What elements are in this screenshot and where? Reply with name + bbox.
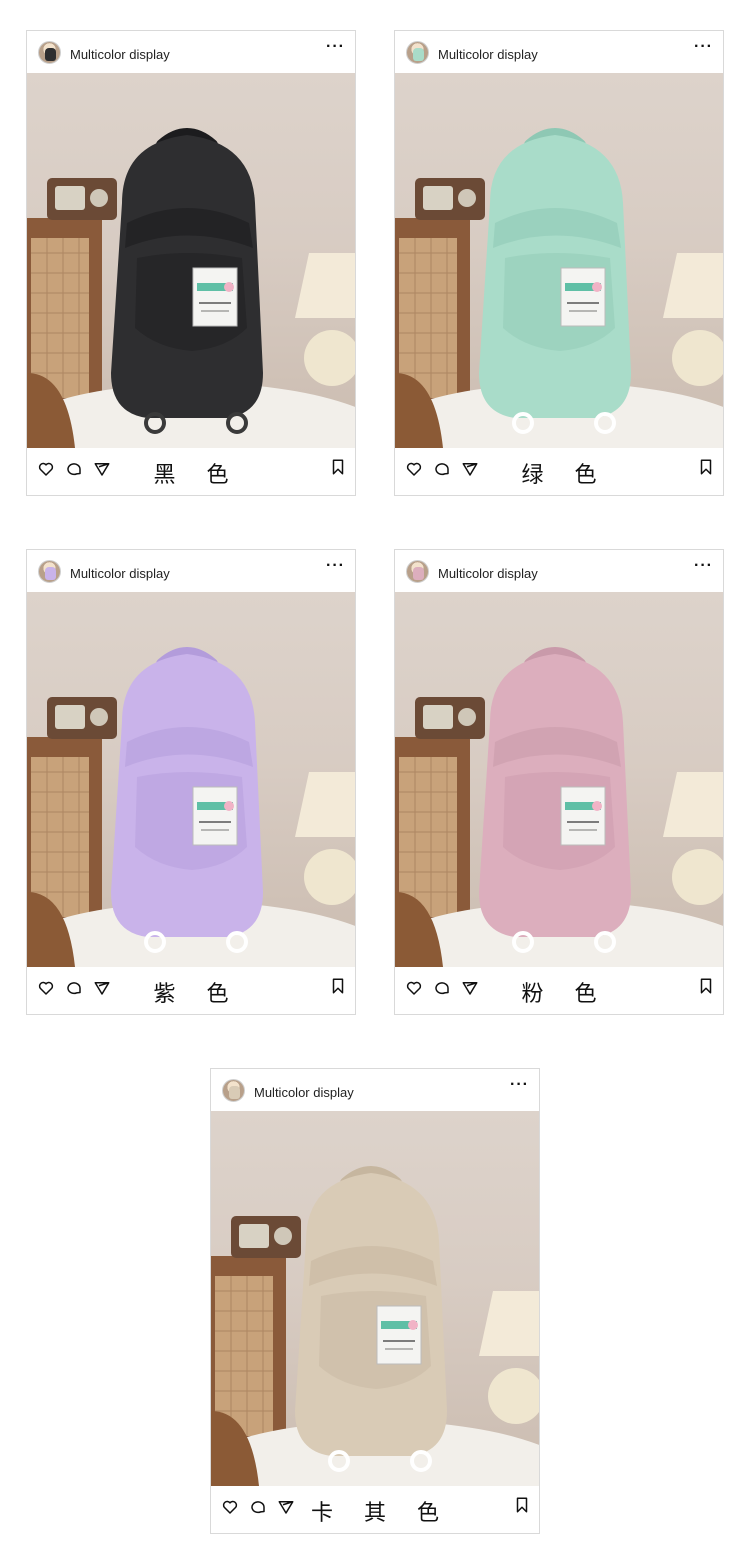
lamp-shade: [295, 253, 355, 318]
brand-patch: [192, 267, 238, 327]
color-name-label: 黑 色: [153, 463, 241, 488]
brand-patch: [560, 267, 606, 327]
username[interactable]: Multicolor display: [438, 566, 538, 581]
brand-patch: [560, 786, 606, 846]
backpack-scene: [27, 647, 355, 967]
post-header: Multicolor display ···: [27, 550, 355, 592]
radio-screen: [423, 705, 453, 729]
backpack: [111, 128, 263, 434]
post-card: Multicolor display ···: [26, 549, 356, 1015]
post-actions: 黑 色: [27, 448, 355, 497]
radio-dial: [90, 189, 108, 207]
post-card: Multicolor display ···: [394, 30, 724, 496]
avatar-bag-icon: [45, 567, 56, 580]
patch-flower: [224, 282, 234, 292]
radio-screen: [239, 1224, 269, 1248]
avatar[interactable]: [222, 1079, 245, 1102]
backpack-scene: [395, 128, 723, 448]
lamp-base: [672, 849, 723, 905]
bookmark-icon[interactable]: [329, 458, 347, 476]
backpack: [479, 647, 631, 953]
avatar-bag-icon: [45, 48, 56, 61]
backpack: [479, 128, 631, 434]
post-actions: 卡 其 色: [211, 1486, 539, 1535]
product-photo: [395, 592, 723, 967]
post-card: Multicolor display ···: [394, 549, 724, 1015]
color-name-label: 绿 色: [521, 463, 609, 488]
radio-screen: [423, 186, 453, 210]
more-icon[interactable]: ···: [694, 558, 713, 574]
more-icon[interactable]: ···: [510, 1077, 529, 1093]
username[interactable]: Multicolor display: [70, 47, 170, 62]
product-photo: [27, 592, 355, 967]
post-header: Multicolor display ···: [395, 31, 723, 73]
radio-screen: [55, 705, 85, 729]
lamp-shade: [663, 253, 723, 318]
backpack-scene: [27, 128, 355, 448]
avatar-bag-icon: [413, 567, 424, 580]
post-header: Multicolor display ···: [211, 1069, 539, 1111]
radio-dial: [458, 189, 476, 207]
bookmark-icon[interactable]: [697, 458, 715, 476]
avatar-bag-icon: [229, 1086, 240, 1099]
username[interactable]: Multicolor display: [438, 47, 538, 62]
post-actions: 紫 色: [27, 967, 355, 1016]
patch-flower: [592, 282, 602, 292]
backpack-scene: [211, 1166, 539, 1486]
cabinet-rattan: [31, 238, 89, 398]
radio-dial: [458, 708, 476, 726]
bookmark-icon[interactable]: [697, 977, 715, 995]
cabinet-rattan: [31, 757, 89, 917]
bookmark-icon[interactable]: [513, 1496, 531, 1514]
patch-flower: [224, 801, 234, 811]
post-actions: 绿 色: [395, 448, 723, 497]
radio-screen: [55, 186, 85, 210]
username[interactable]: Multicolor display: [254, 1085, 354, 1100]
color-name-label: 粉 色: [521, 982, 609, 1007]
cabinet-rattan: [215, 1276, 273, 1436]
avatar[interactable]: [406, 560, 429, 583]
lamp-shade: [663, 772, 723, 837]
lamp-shade: [479, 1291, 539, 1356]
color-name-label: 卡 其 色: [311, 1501, 451, 1526]
more-icon[interactable]: ···: [326, 558, 345, 574]
post-card: Multicolor display ···: [26, 30, 356, 496]
backpack: [295, 1166, 447, 1472]
product-photo: [211, 1111, 539, 1486]
lamp-base: [304, 330, 355, 386]
avatar[interactable]: [38, 41, 61, 64]
avatar-bag-icon: [413, 48, 424, 61]
product-photo: [27, 73, 355, 448]
brand-patch: [376, 1305, 422, 1365]
more-icon[interactable]: ···: [694, 39, 713, 55]
radio-dial: [274, 1227, 292, 1245]
radio-dial: [90, 708, 108, 726]
patch-flower: [408, 1320, 418, 1330]
post-header: Multicolor display ···: [395, 550, 723, 592]
product-photo: [395, 73, 723, 448]
avatar[interactable]: [406, 41, 429, 64]
post-actions: 粉 色: [395, 967, 723, 1016]
lamp-base: [304, 849, 355, 905]
post-header: Multicolor display ···: [27, 31, 355, 73]
lamp-base: [672, 330, 723, 386]
more-icon[interactable]: ···: [326, 39, 345, 55]
username[interactable]: Multicolor display: [70, 566, 170, 581]
backpack-scene: [395, 647, 723, 967]
color-name-label: 紫 色: [153, 982, 241, 1007]
backpack: [111, 647, 263, 953]
avatar[interactable]: [38, 560, 61, 583]
patch-flower: [592, 801, 602, 811]
cabinet-rattan: [399, 757, 457, 917]
post-card: Multicolor display ···: [210, 1068, 540, 1534]
lamp-shade: [295, 772, 355, 837]
lamp-base: [488, 1368, 539, 1424]
cabinet-rattan: [399, 238, 457, 398]
brand-patch: [192, 786, 238, 846]
bookmark-icon[interactable]: [329, 977, 347, 995]
